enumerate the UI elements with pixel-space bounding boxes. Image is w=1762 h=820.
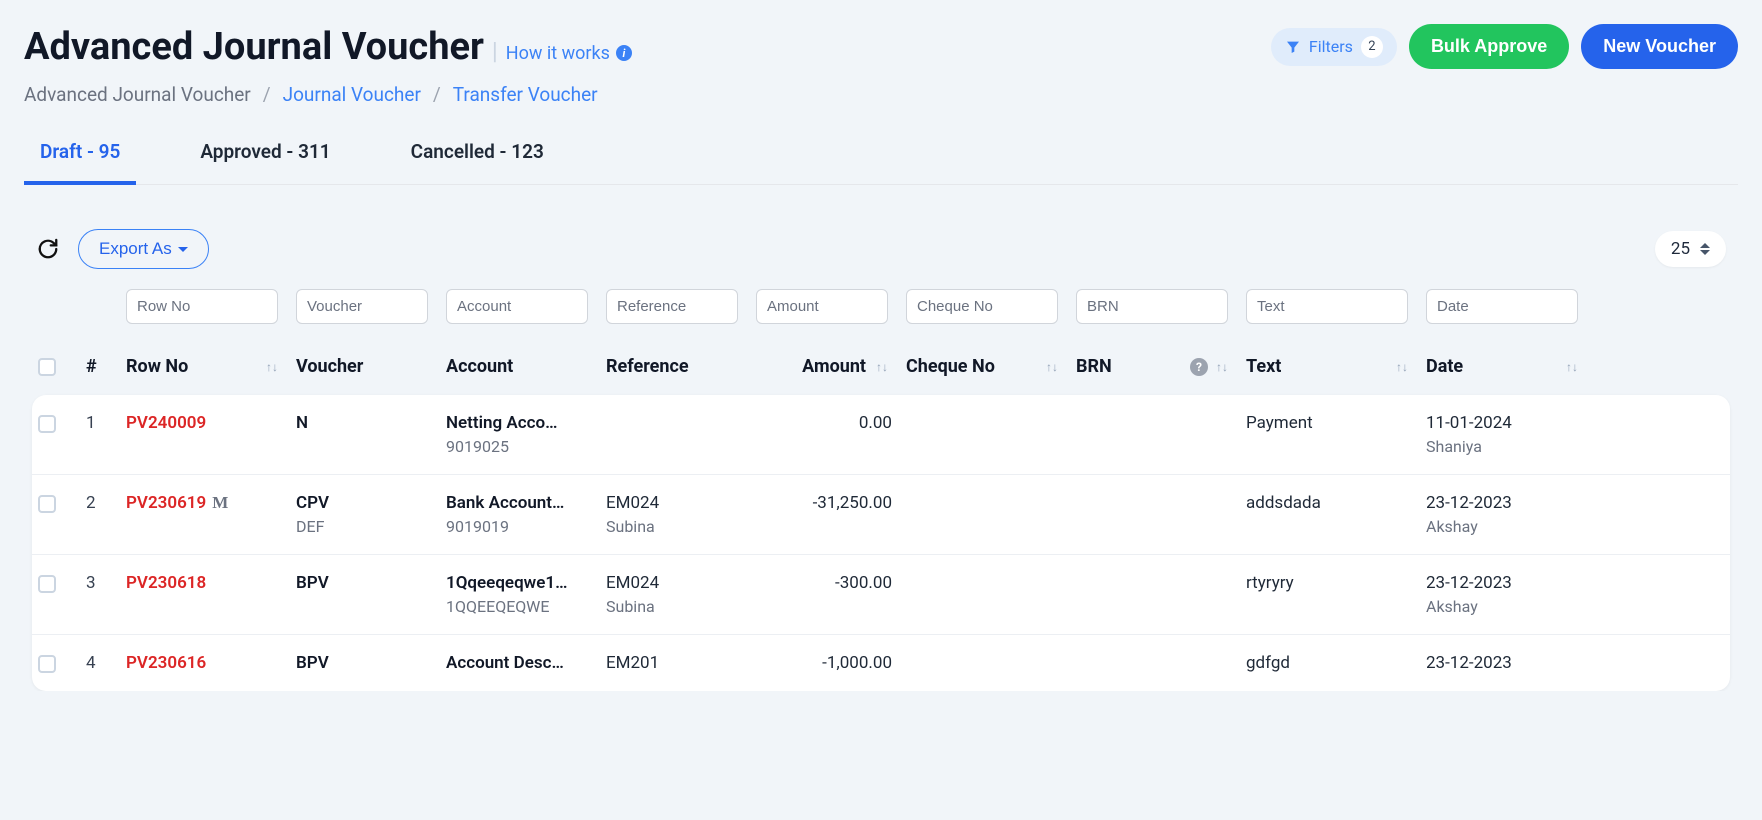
cell-amount: 0.00 <box>756 413 906 433</box>
table-header: # Row No↑↓ Voucher Account Reference Amo… <box>24 342 1738 395</box>
filter-cheque-no[interactable] <box>906 289 1058 324</box>
filters-count-badge: 2 <box>1361 36 1383 58</box>
filter-date[interactable] <box>1426 289 1578 324</box>
filter-reference[interactable] <box>606 289 738 324</box>
filter-account[interactable] <box>446 289 588 324</box>
cell-idx: 4 <box>86 653 126 673</box>
filters-label: Filters <box>1309 37 1353 56</box>
breadcrumb: Advanced Journal Voucher / Journal Vouch… <box>24 83 1738 106</box>
info-icon: i <box>616 45 632 61</box>
col-row-no[interactable]: Row No↑↓ <box>126 356 296 377</box>
filter-icon <box>1285 39 1301 55</box>
cell-voucher: N <box>296 413 446 433</box>
col-account: Account <box>446 356 606 377</box>
cell-voucher: CPV DEF <box>296 493 446 536</box>
cell-row-no[interactable]: PV240009 <box>126 413 296 433</box>
cell-account: Account Desc… <box>446 653 606 673</box>
title-divider: | <box>492 37 498 65</box>
breadcrumb-item-journal[interactable]: Journal Voucher <box>283 83 421 106</box>
cell-amount: -300.00 <box>756 573 906 593</box>
filter-amount[interactable] <box>756 289 888 324</box>
refresh-icon <box>37 238 59 260</box>
cell-date: 23-12-2023 Akshay <box>1426 573 1596 616</box>
cell-idx: 1 <box>86 413 126 433</box>
cell-account: 1Qqeeqeqwe1… 1QQEEQEQWE <box>446 573 606 616</box>
cell-date: 11-01-2024 Shaniya <box>1426 413 1596 456</box>
cell-account: Netting Acco… 9019025 <box>446 413 606 456</box>
table-row[interactable]: 3 PV230618 BPV 1Qqeeqeqwe1… 1QQEEQEQWE E… <box>32 555 1730 635</box>
tab-draft[interactable]: Draft - 95 <box>24 140 136 185</box>
cell-account: Bank Account… 9019019 <box>446 493 606 536</box>
refresh-button[interactable] <box>36 237 60 261</box>
sort-icon: ↑↓ <box>1396 360 1408 374</box>
breadcrumb-sep: / <box>433 83 441 106</box>
cell-amount: -1,000.00 <box>756 653 906 673</box>
m-badge-icon: M <box>212 493 228 513</box>
col-amount[interactable]: Amount↑↓ <box>756 356 906 377</box>
cell-text: addsdada <box>1246 493 1426 513</box>
cell-text: Payment <box>1246 413 1426 433</box>
sort-icon: ↑↓ <box>1216 360 1228 374</box>
filter-row <box>24 289 1738 342</box>
cell-row-no[interactable]: PV230618 <box>126 573 296 593</box>
cell-reference: EM024 Subina <box>606 493 756 536</box>
how-it-works-label: How it works <box>506 43 610 64</box>
cell-row-no[interactable]: PV230616 <box>126 653 296 673</box>
filter-brn[interactable] <box>1076 289 1228 324</box>
tab-approved[interactable]: Approved - 311 <box>184 140 346 185</box>
col-voucher: Voucher <box>296 356 446 377</box>
row-checkbox[interactable] <box>38 415 56 433</box>
row-checkbox[interactable] <box>38 495 56 513</box>
help-icon: ? <box>1190 358 1208 376</box>
tabs: Draft - 95 Approved - 311 Cancelled - 12… <box>24 140 1738 185</box>
cell-reference: EM024 Subina <box>606 573 756 616</box>
cell-idx: 3 <box>86 573 126 593</box>
cell-date: 23-12-2023 Akshay <box>1426 493 1596 536</box>
filter-row-no[interactable] <box>126 289 278 324</box>
cell-voucher: BPV <box>296 653 446 673</box>
filters-chip[interactable]: Filters 2 <box>1271 28 1397 66</box>
select-all-checkbox[interactable] <box>38 358 56 376</box>
export-label: Export As <box>99 239 172 259</box>
how-it-works-link[interactable]: How it works i <box>506 43 632 64</box>
breadcrumb-sep: / <box>263 83 271 106</box>
table-row[interactable]: 4 PV230616 BPV Account Desc… EM201 -1,00… <box>32 635 1730 691</box>
page-size-value: 25 <box>1671 239 1690 259</box>
caret-down-icon <box>178 247 188 252</box>
row-checkbox[interactable] <box>38 655 56 673</box>
sort-icon: ↑↓ <box>1046 360 1058 374</box>
table-row[interactable]: 1 PV240009 N Netting Acco… 9019025 0.00 … <box>32 395 1730 475</box>
sort-icon: ↑↓ <box>1566 360 1578 374</box>
col-date[interactable]: Date↑↓ <box>1426 356 1596 377</box>
table-row[interactable]: 2 PV230619 M CPV DEF Bank Account… 90190… <box>32 475 1730 555</box>
col-cheque-no[interactable]: Cheque No↑↓ <box>906 356 1076 377</box>
row-checkbox[interactable] <box>38 575 56 593</box>
cell-text: gdfgd <box>1246 653 1426 673</box>
col-text[interactable]: Text↑↓ <box>1246 356 1426 377</box>
export-as-button[interactable]: Export As <box>78 229 209 269</box>
col-reference: Reference <box>606 356 756 377</box>
col-hash: # <box>86 356 126 377</box>
cell-date: 23-12-2023 <box>1426 653 1596 673</box>
cell-amount: -31,250.00 <box>756 493 906 513</box>
cell-idx: 2 <box>86 493 126 513</box>
cell-row-no[interactable]: PV230619 M <box>126 493 296 513</box>
tab-cancelled[interactable]: Cancelled - 123 <box>395 140 560 185</box>
cell-reference: EM201 <box>606 653 756 673</box>
bulk-approve-button[interactable]: Bulk Approve <box>1409 24 1569 69</box>
new-voucher-button[interactable]: New Voucher <box>1581 24 1738 69</box>
select-arrows-icon <box>1700 243 1710 255</box>
cell-text: rtyryry <box>1246 573 1426 593</box>
page-size-select[interactable]: 25 <box>1655 231 1726 267</box>
cell-voucher: BPV <box>296 573 446 593</box>
filter-text[interactable] <box>1246 289 1408 324</box>
page-title: Advanced Journal Voucher <box>24 25 484 69</box>
sort-icon: ↑↓ <box>266 360 278 374</box>
breadcrumb-item-current: Advanced Journal Voucher <box>24 83 251 106</box>
breadcrumb-item-transfer[interactable]: Transfer Voucher <box>453 83 598 106</box>
sort-icon: ↑↓ <box>876 360 888 374</box>
filter-voucher[interactable] <box>296 289 428 324</box>
col-brn[interactable]: BRN?↑↓ <box>1076 356 1246 377</box>
